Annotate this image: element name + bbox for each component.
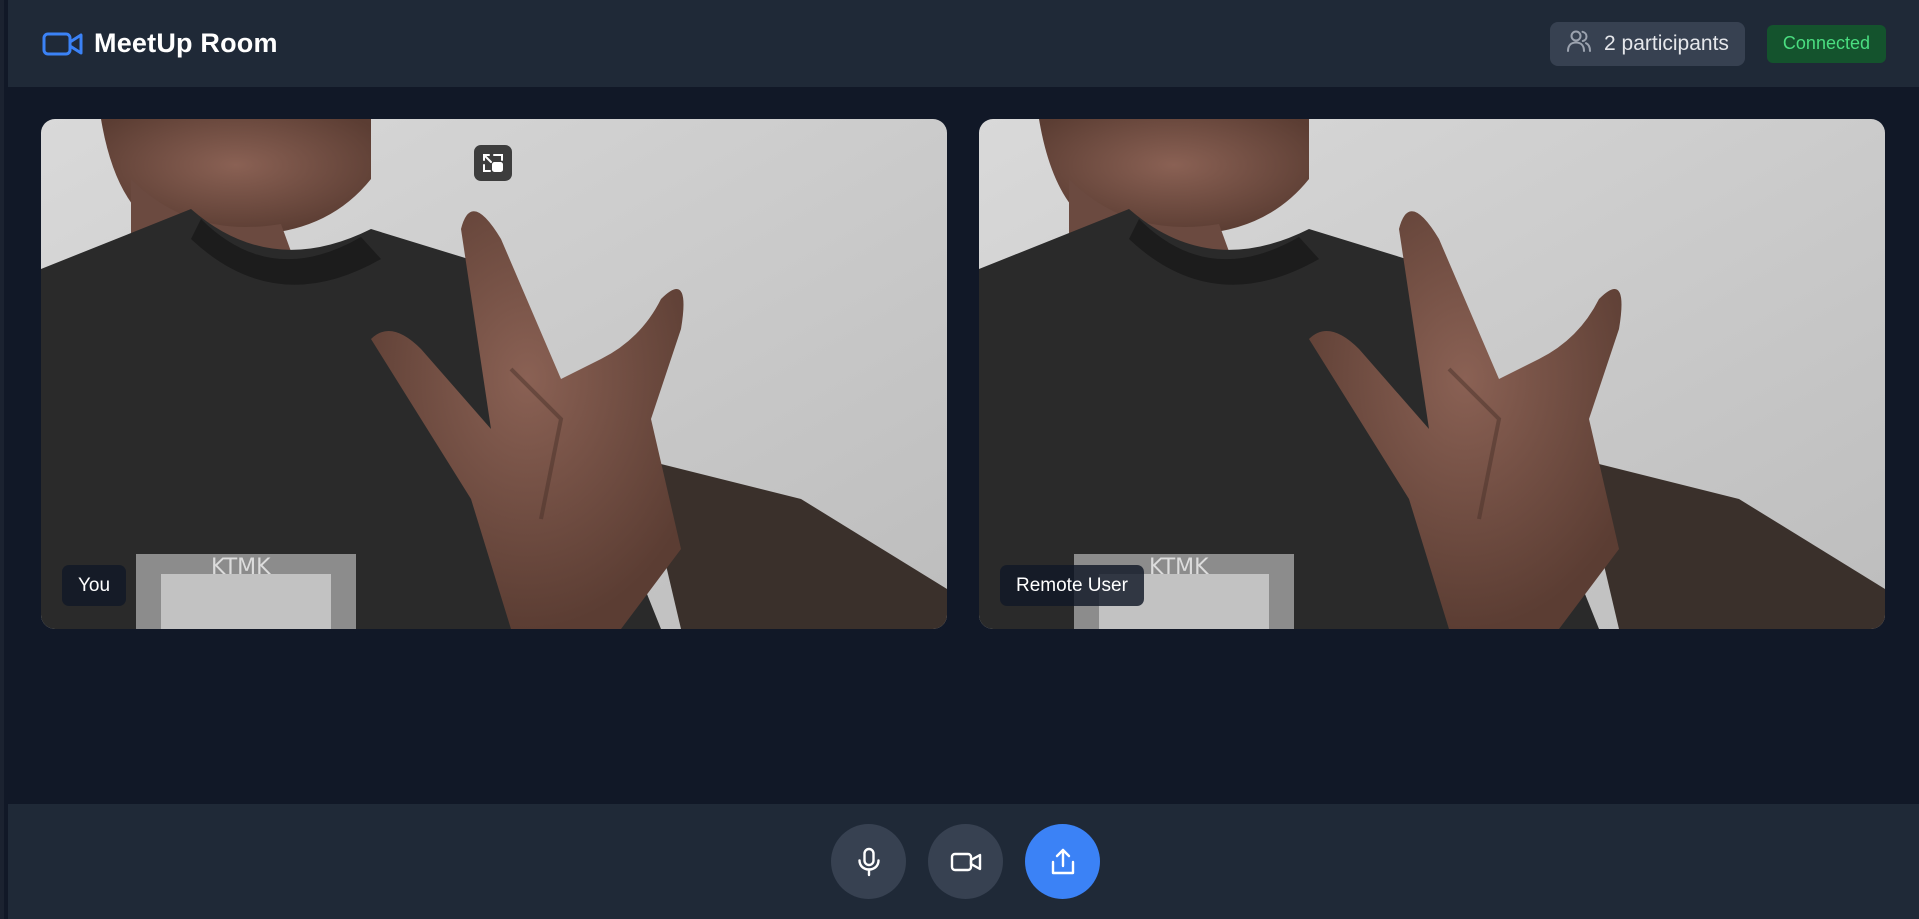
video-grid: KTMK You KTMK Remote User	[8, 87, 1919, 804]
header-right: 2 participants Connected	[1550, 21, 1886, 66]
video-camera-icon	[950, 850, 982, 874]
users-icon	[1566, 28, 1592, 60]
top-bar: MeetUp Room 2 participants Connected	[8, 0, 1919, 87]
participants-indicator[interactable]: 2 participants	[1550, 21, 1745, 66]
connection-status-badge: Connected	[1766, 24, 1886, 63]
remote-name-tag: Remote User	[1000, 565, 1144, 606]
share-upload-icon	[1049, 847, 1077, 877]
remote-video-tile[interactable]: KTMK Remote User	[979, 119, 1885, 629]
microphone-button[interactable]	[831, 824, 906, 899]
picture-in-picture-icon[interactable]	[474, 145, 512, 181]
microphone-icon	[856, 847, 882, 877]
video-camera-icon	[42, 30, 84, 58]
brand: MeetUp Room	[42, 28, 278, 59]
local-video-tile[interactable]: KTMK You	[41, 119, 947, 629]
app-window: MeetUp Room 2 participants Connected KTM…	[0, 0, 1919, 919]
svg-text:KTMK: KTMK	[211, 555, 271, 580]
svg-text:KTMK: KTMK	[1149, 555, 1209, 580]
local-video-feed: KTMK	[41, 119, 947, 629]
share-screen-button[interactable]	[1025, 824, 1100, 899]
camera-button[interactable]	[928, 824, 1003, 899]
participants-count: 2 participants	[1604, 31, 1729, 55]
app-title: MeetUp Room	[94, 28, 278, 58]
remote-video-feed: KTMK	[979, 119, 1885, 629]
local-name-tag: You	[62, 565, 127, 606]
call-controls	[8, 804, 1919, 919]
